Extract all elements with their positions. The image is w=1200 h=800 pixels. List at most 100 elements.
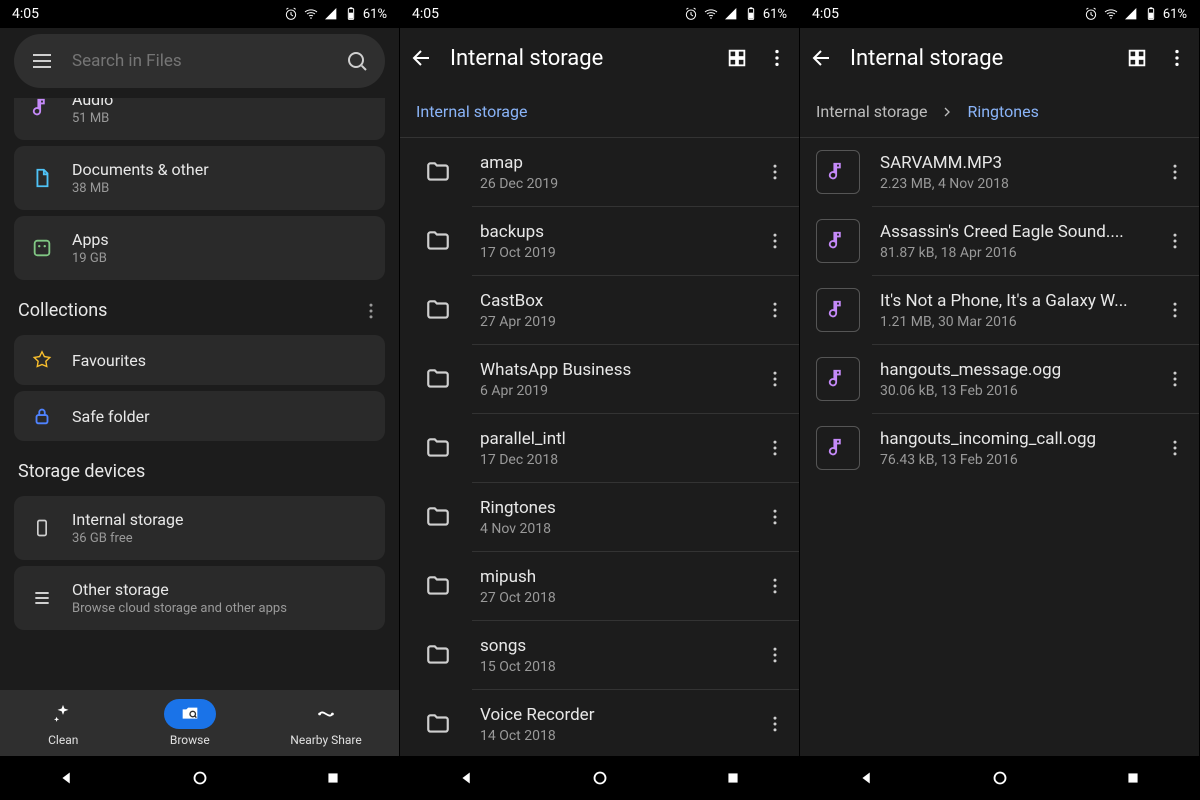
tab-nearby-share[interactable]: Nearby Share — [290, 699, 361, 747]
file-row[interactable]: It's Not a Phone, It's a Galaxy W...1.21… — [800, 276, 1199, 344]
collection-favourites[interactable]: Favourites — [14, 335, 385, 385]
folder-icon — [416, 702, 460, 746]
row-more-icon[interactable] — [759, 300, 791, 320]
file-row[interactable]: SARVAMM.MP3 2.23 MB, 4 Nov 2018 — [800, 138, 1199, 206]
page-title: Internal storage — [850, 46, 1109, 71]
storage-title: Internal storage — [72, 510, 183, 529]
music-note-icon — [816, 426, 860, 470]
row-more-icon[interactable] — [1159, 300, 1191, 320]
file-row[interactable]: hangouts_incoming_call.ogg 76.43 kB, 13 F… — [800, 414, 1199, 482]
tab-clean[interactable]: Clean — [37, 699, 89, 747]
back-icon[interactable] — [410, 46, 434, 70]
crumb-current[interactable]: Internal storage — [416, 102, 527, 121]
file-meta: 2.23 MB, 4 Nov 2018 — [880, 176, 1139, 192]
music-note-icon — [816, 219, 860, 263]
status-bar: 4:05 61% — [400, 0, 799, 28]
more-icon[interactable] — [765, 46, 789, 70]
more-icon[interactable] — [361, 301, 381, 321]
search-icon[interactable] — [345, 49, 369, 73]
crumb-current[interactable]: Ringtones — [967, 102, 1038, 121]
folder-row[interactable]: mipush27 Oct 2018 — [400, 552, 799, 620]
system-nav — [400, 756, 799, 800]
row-more-icon[interactable] — [759, 714, 791, 734]
file-row[interactable]: Assassin's Creed Eagle Sound....81.87 kB… — [800, 207, 1199, 275]
folder-row[interactable]: Voice Recorder14 Oct 2018 — [400, 690, 799, 756]
row-more-icon[interactable] — [1159, 231, 1191, 251]
battery-icon — [343, 6, 359, 22]
storage-internal[interactable]: Internal storage36 GB free — [14, 496, 385, 560]
grid-view-icon[interactable] — [1125, 46, 1149, 70]
nav-back[interactable] — [856, 767, 878, 789]
row-more-icon[interactable] — [1159, 438, 1191, 458]
row-more-icon[interactable] — [759, 438, 791, 458]
file-name: SARVAMM.MP3 — [880, 153, 1139, 173]
collection-title: Favourites — [72, 351, 146, 370]
nav-home[interactable] — [989, 767, 1011, 789]
tab-browse[interactable]: Browse — [164, 699, 216, 747]
folder-row[interactable]: Ringtones4 Nov 2018 — [400, 483, 799, 551]
storage-heading: Storage devices — [18, 461, 145, 482]
folder-date: 4 Nov 2018 — [480, 521, 739, 537]
lock-icon — [30, 405, 54, 427]
screen-ringtones: 4:05 61% Internal storage Internal stora… — [800, 0, 1200, 800]
nav-home[interactable] — [189, 767, 211, 789]
nav-back[interactable] — [56, 767, 78, 789]
folder-row[interactable]: songs15 Oct 2018 — [400, 621, 799, 689]
nav-recent[interactable] — [322, 767, 344, 789]
folder-row[interactable]: amap26 Dec 2019 — [400, 138, 799, 206]
folder-date: 17 Oct 2019 — [480, 245, 739, 261]
nav-recent[interactable] — [1122, 767, 1144, 789]
row-more-icon[interactable] — [759, 162, 791, 182]
page-title: Internal storage — [450, 46, 709, 71]
chevron-right-icon — [939, 104, 955, 120]
row-more-icon[interactable] — [759, 231, 791, 251]
folder-row[interactable]: CastBox27 Apr 2019 — [400, 276, 799, 344]
music-note-icon — [816, 357, 860, 401]
folder-date: 6 Apr 2019 — [480, 383, 739, 399]
nav-recent[interactable] — [722, 767, 744, 789]
folder-name: amap — [480, 153, 739, 173]
row-more-icon[interactable] — [1159, 162, 1191, 182]
grid-view-icon[interactable] — [725, 46, 749, 70]
tab-label: Nearby Share — [290, 733, 361, 747]
file-meta: 76.43 kB, 13 Feb 2016 — [880, 452, 1139, 468]
search-input[interactable] — [72, 51, 327, 71]
menu-icon[interactable] — [30, 49, 54, 73]
folder-name: backups — [480, 222, 739, 242]
crumb-parent[interactable]: Internal storage — [816, 102, 927, 121]
folder-row[interactable]: backups 17 Oct 2019 — [400, 207, 799, 275]
file-name: hangouts_message.ogg — [880, 360, 1139, 380]
folder-name: Voice Recorder — [480, 705, 739, 725]
row-more-icon[interactable] — [759, 369, 791, 389]
storage-other[interactable]: Other storageBrowse cloud storage and ot… — [14, 566, 385, 630]
category-apps[interactable]: Apps19 GB — [14, 216, 385, 280]
folder-name: songs — [480, 636, 739, 656]
nav-home[interactable] — [589, 767, 611, 789]
row-more-icon[interactable] — [759, 645, 791, 665]
back-icon[interactable] — [810, 46, 834, 70]
row-more-icon[interactable] — [759, 507, 791, 527]
nav-back[interactable] — [456, 767, 478, 789]
wifi-icon — [703, 6, 719, 22]
screen-files-home: 4:05 61% Audio51 MB Documents & other38 … — [0, 0, 400, 800]
row-more-icon[interactable] — [759, 576, 791, 596]
appbar: Internal storage — [400, 28, 799, 88]
folder-icon — [416, 288, 460, 332]
row-more-icon[interactable] — [1159, 369, 1191, 389]
wifi-icon — [1103, 6, 1119, 22]
screen-internal-storage: 4:05 61% Internal storage Internal stora… — [400, 0, 800, 800]
file-name: hangouts_incoming_call.ogg — [880, 429, 1139, 449]
category-documents[interactable]: Documents & other38 MB — [14, 146, 385, 210]
collection-safe-folder[interactable]: Safe folder — [14, 391, 385, 441]
file-row[interactable]: hangouts_message.ogg30.06 kB, 13 Feb 201… — [800, 345, 1199, 413]
alarm-icon — [683, 6, 699, 22]
folder-name: CastBox — [480, 291, 739, 311]
category-audio[interactable]: Audio51 MB — [14, 98, 385, 140]
more-icon[interactable] — [1165, 46, 1189, 70]
search-bar[interactable] — [14, 34, 385, 88]
file-meta: 1.21 MB, 30 Mar 2016 — [880, 314, 1139, 330]
category-title: Documents & other — [72, 160, 209, 179]
folder-icon — [416, 633, 460, 677]
folder-row[interactable]: parallel_intl17 Dec 2018 — [400, 414, 799, 482]
folder-row[interactable]: WhatsApp Business6 Apr 2019 — [400, 345, 799, 413]
